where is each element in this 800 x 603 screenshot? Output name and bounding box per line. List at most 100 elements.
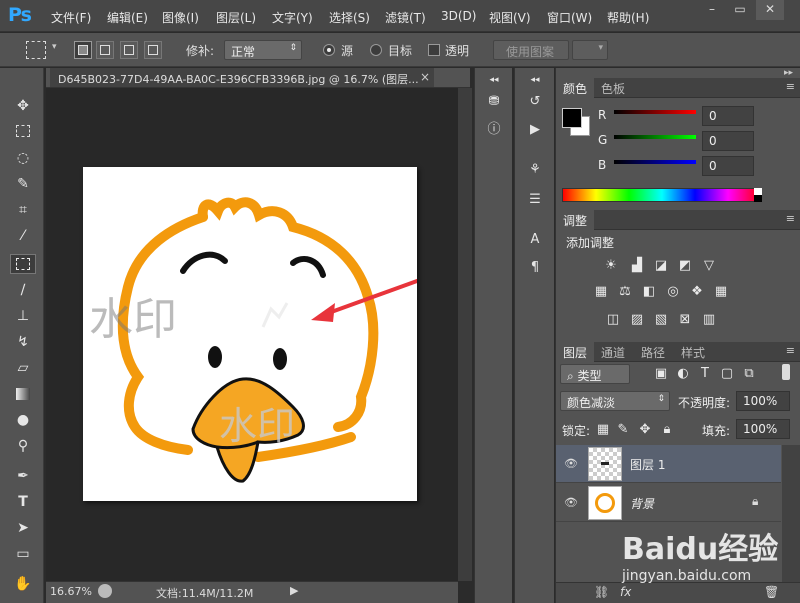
- transparent-checkbox[interactable]: [428, 44, 440, 56]
- tab-paths[interactable]: 路径: [634, 342, 672, 362]
- document-tab[interactable]: D645B023-77D4-49AA-BA0C-E396CFB3396B.jpg…: [50, 68, 434, 87]
- paragraph-icon[interactable]: ¶: [523, 258, 547, 278]
- path-select-tool-icon[interactable]: ➤: [10, 518, 36, 538]
- color-balance-icon[interactable]: ⚖: [616, 284, 634, 300]
- foreground-color-swatch[interactable]: [562, 108, 582, 128]
- pixel-filter-icon[interactable]: ▣: [652, 366, 670, 382]
- tab-layers[interactable]: 图层: [556, 342, 595, 362]
- intersect-selection-button[interactable]: [144, 41, 162, 59]
- g-value-input[interactable]: 0: [702, 131, 754, 151]
- tool-presets-icon[interactable]: ☰: [523, 190, 547, 210]
- eye-icon[interactable]: 👁︎: [564, 496, 578, 509]
- tab-adjustments[interactable]: 调整: [556, 210, 595, 230]
- new-selection-button[interactable]: [74, 41, 92, 59]
- panel-collapse-icon[interactable]: ▸▸: [784, 68, 793, 78]
- threshold-icon[interactable]: ▧: [652, 312, 670, 328]
- add-selection-button[interactable]: [96, 41, 114, 59]
- status-arrow-icon[interactable]: ▶: [290, 584, 298, 597]
- brush-tool-icon[interactable]: ∕: [10, 280, 36, 300]
- invert-icon[interactable]: ◫: [604, 312, 622, 328]
- gradient-map-icon[interactable]: ▥: [700, 312, 718, 328]
- brush-presets-icon[interactable]: ⚘: [523, 160, 547, 180]
- quick-select-tool-icon[interactable]: ✎: [10, 174, 36, 194]
- patch-tool-preset-icon[interactable]: [26, 41, 46, 59]
- r-slider[interactable]: [614, 110, 696, 114]
- pattern-picker[interactable]: ▾: [572, 40, 608, 60]
- menu-type[interactable]: 文字(Y): [272, 9, 313, 26]
- panel-menu-icon[interactable]: ≡: [786, 344, 795, 357]
- curves-icon[interactable]: ◪: [652, 258, 670, 274]
- photo-filter-icon[interactable]: ◎: [664, 284, 682, 300]
- vibrance-icon[interactable]: ▽: [700, 258, 718, 274]
- menu-layer[interactable]: 图层(L): [216, 9, 256, 26]
- layer-kind-filter[interactable]: ⌕ 类型: [560, 364, 630, 384]
- chevron-down-icon[interactable]: ▾: [52, 42, 57, 52]
- blend-mode-select[interactable]: 颜色减淡 ⇕: [560, 391, 670, 411]
- tab-swatches[interactable]: 色板: [594, 78, 632, 98]
- pen-tool-icon[interactable]: ✒: [10, 466, 36, 486]
- close-button[interactable]: ✕: [756, 0, 784, 20]
- menu-file[interactable]: 文件(F): [51, 9, 91, 26]
- zoom-level[interactable]: 16.67%: [50, 585, 92, 598]
- color-spectrum[interactable]: [562, 188, 762, 202]
- crop-tool-icon[interactable]: ⌗: [10, 200, 36, 220]
- b-slider[interactable]: [614, 160, 696, 164]
- filter-toggle[interactable]: [782, 364, 790, 380]
- type-filter-icon[interactable]: T: [696, 366, 714, 382]
- selective-color-icon[interactable]: ⊠: [676, 312, 694, 328]
- marquee-tool-icon[interactable]: [10, 122, 36, 142]
- black-white-icon[interactable]: ◧: [640, 284, 658, 300]
- lock-all-icon[interactable]: 🔒︎: [658, 422, 676, 438]
- use-pattern-button[interactable]: 使用图案: [493, 40, 569, 60]
- r-value-input[interactable]: 0: [702, 106, 754, 126]
- history-icon[interactable]: ↺: [523, 92, 547, 112]
- tab-color[interactable]: 颜色: [556, 78, 595, 98]
- levels-icon[interactable]: ▟: [628, 258, 646, 274]
- panel-menu-icon[interactable]: ≡: [786, 212, 795, 225]
- vertical-scrollbar[interactable]: [458, 88, 472, 581]
- status-menu-icon[interactable]: [98, 584, 112, 598]
- b-value-input[interactable]: 0: [702, 156, 754, 176]
- navigator-icon[interactable]: ⛃: [482, 92, 506, 112]
- smart-object-filter-icon[interactable]: ⧉: [740, 366, 758, 382]
- info-icon[interactable]: ⓘ: [482, 120, 506, 140]
- subtract-selection-button[interactable]: [120, 41, 138, 59]
- lasso-tool-icon[interactable]: ◌: [10, 148, 36, 168]
- tab-channels[interactable]: 通道: [594, 342, 632, 362]
- link-layers-icon[interactable]: ⛓: [594, 585, 609, 599]
- patch-mode-select[interactable]: 正常 ⇕: [224, 40, 302, 60]
- layer-name[interactable]: 图层 1: [630, 456, 665, 473]
- history-brush-tool-icon[interactable]: ↯: [10, 332, 36, 352]
- lock-position-icon[interactable]: ✥: [636, 422, 654, 438]
- collapse-icon[interactable]: ◂◂: [523, 70, 547, 90]
- character-icon[interactable]: A: [523, 230, 547, 250]
- menu-view[interactable]: 视图(V): [489, 9, 531, 26]
- shape-tool-icon[interactable]: ▭: [10, 544, 36, 564]
- opacity-input[interactable]: 100%: [736, 391, 790, 411]
- eye-icon[interactable]: 👁︎: [564, 457, 578, 470]
- minimize-button[interactable]: –: [698, 0, 726, 20]
- hue-saturation-icon[interactable]: ▦: [592, 284, 610, 300]
- bw-ramp[interactable]: [754, 188, 762, 202]
- menu-select[interactable]: 选择(S): [329, 9, 370, 26]
- patch-tool-icon[interactable]: [10, 254, 36, 274]
- document-canvas[interactable]: 水印 水印: [83, 167, 429, 501]
- stamp-tool-icon[interactable]: ⊥: [10, 306, 36, 326]
- eraser-tool-icon[interactable]: ▱: [10, 358, 36, 378]
- panel-menu-icon[interactable]: ≡: [786, 80, 795, 93]
- shape-filter-icon[interactable]: ▢: [718, 366, 736, 382]
- blur-tool-icon[interactable]: ●: [10, 410, 36, 430]
- close-document-icon[interactable]: ×: [420, 70, 430, 84]
- layer-row-1[interactable]: 👁︎ 图层 1: [556, 445, 781, 483]
- g-slider[interactable]: [614, 135, 696, 139]
- brightness-icon[interactable]: ☀: [602, 258, 620, 274]
- target-radio[interactable]: [370, 44, 382, 56]
- move-tool-icon[interactable]: ✥: [10, 96, 36, 116]
- dodge-tool-icon[interactable]: ⚲: [10, 436, 36, 456]
- eyedropper-tool-icon[interactable]: ⁄: [10, 226, 36, 246]
- fill-input[interactable]: 100%: [736, 419, 790, 439]
- posterize-icon[interactable]: ▨: [628, 312, 646, 328]
- channel-mixer-icon[interactable]: ❖: [688, 284, 706, 300]
- collapse-icon[interactable]: ◂◂: [482, 70, 506, 90]
- menu-window[interactable]: 窗口(W): [547, 9, 592, 26]
